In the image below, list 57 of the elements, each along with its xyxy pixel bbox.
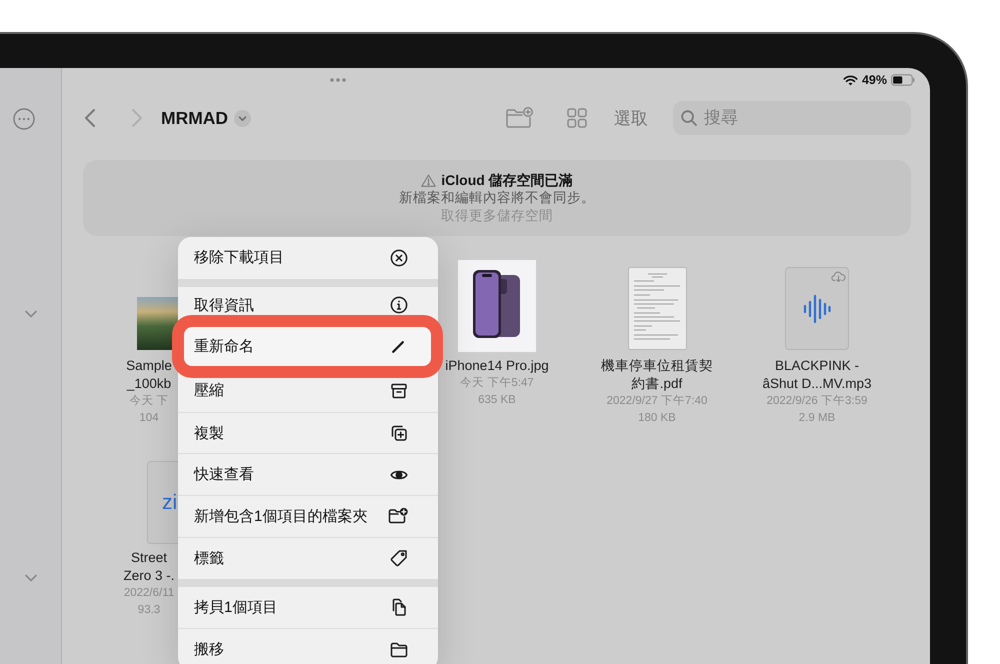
chevron-down-icon[interactable] <box>25 310 37 318</box>
file-size: 635 KB <box>478 393 516 408</box>
x-circle-icon <box>390 248 408 267</box>
photo-placeholder[interactable] <box>137 297 178 350</box>
file-name: BLACKPINK - âShut D...MV.mp3 <box>762 357 872 393</box>
menu-item[interactable]: 快速查看 <box>178 453 438 496</box>
photo-placeholder[interactable] <box>458 260 536 352</box>
file-size: 180 KB <box>638 411 676 426</box>
menu-item[interactable]: 新增包含1個項目的檔案夾 <box>178 495 438 537</box>
menu-item[interactable]: 搬移 <box>178 628 438 664</box>
cloud-download-icon[interactable] <box>831 271 846 282</box>
search-bar[interactable]: 搜尋 <box>673 101 911 135</box>
waveform-icon <box>803 294 831 324</box>
menu-item[interactable]: 取得資訊 <box>178 286 438 316</box>
file-name: Sample _100kb <box>126 357 172 393</box>
menu-item[interactable]: 移除下載項目 <box>178 237 438 279</box>
file-date: 今天 下 <box>129 394 169 409</box>
warning-icon <box>421 174 436 186</box>
back-chevron-icon[interactable] <box>84 108 96 128</box>
battery-icon <box>891 74 915 86</box>
file-size: 104 <box>139 411 159 426</box>
archive-box-icon <box>390 382 408 400</box>
file-name: 機車停車位租賃契 約書.pdf <box>601 357 713 393</box>
multitasking-dots-icon[interactable] <box>330 78 346 82</box>
tag-icon <box>390 549 408 568</box>
chevron-down-icon[interactable] <box>234 110 252 126</box>
folder-plus-icon[interactable] <box>506 107 534 129</box>
grid-view-icon[interactable] <box>567 108 587 128</box>
folder-plus-icon <box>388 507 408 526</box>
battery-percent: 49% <box>862 73 887 87</box>
info-icon <box>390 296 408 314</box>
file-date: 今天 下午5:47 <box>460 376 534 391</box>
menu-item[interactable]: 重新命名 <box>172 315 443 378</box>
file-size: 2.9 MB <box>798 411 836 426</box>
plus-squares-icon <box>390 424 408 442</box>
documents-icon <box>390 598 408 616</box>
file-date: 2022/6/11 <box>124 586 174 601</box>
file-name: Street Zero 3 -. <box>123 549 174 585</box>
chevron-down-icon[interactable] <box>25 574 37 582</box>
file-name: iPhone14 Pro.jpg <box>445 357 549 375</box>
menu-item[interactable]: 拷貝1個項目 <box>178 586 438 628</box>
audio-file-thumbnail[interactable] <box>785 267 849 350</box>
file-date: 2022/9/27 下午7:40 <box>606 394 708 409</box>
banner-title: iCloud 儲存空間已滿 <box>441 171 573 189</box>
menu-item[interactable]: 壓縮 <box>178 378 438 412</box>
search-icon <box>681 110 697 126</box>
menu-item[interactable]: 複製 <box>178 412 438 454</box>
document-thumbnail[interactable] <box>628 267 686 350</box>
folder-icon <box>390 640 408 659</box>
file-type-label: zi <box>162 490 178 514</box>
folder-title: MRMAD <box>161 108 228 128</box>
search-field[interactable]: 搜尋 <box>704 106 903 130</box>
wifi-icon <box>842 74 858 86</box>
banner-message: 新檔案和編輯內容將不會同步。 <box>399 189 595 207</box>
more-icon[interactable] <box>13 108 35 130</box>
file-size: 93.3 <box>138 603 160 618</box>
file-date: 2022/9/26 下午3:59 <box>766 394 868 409</box>
